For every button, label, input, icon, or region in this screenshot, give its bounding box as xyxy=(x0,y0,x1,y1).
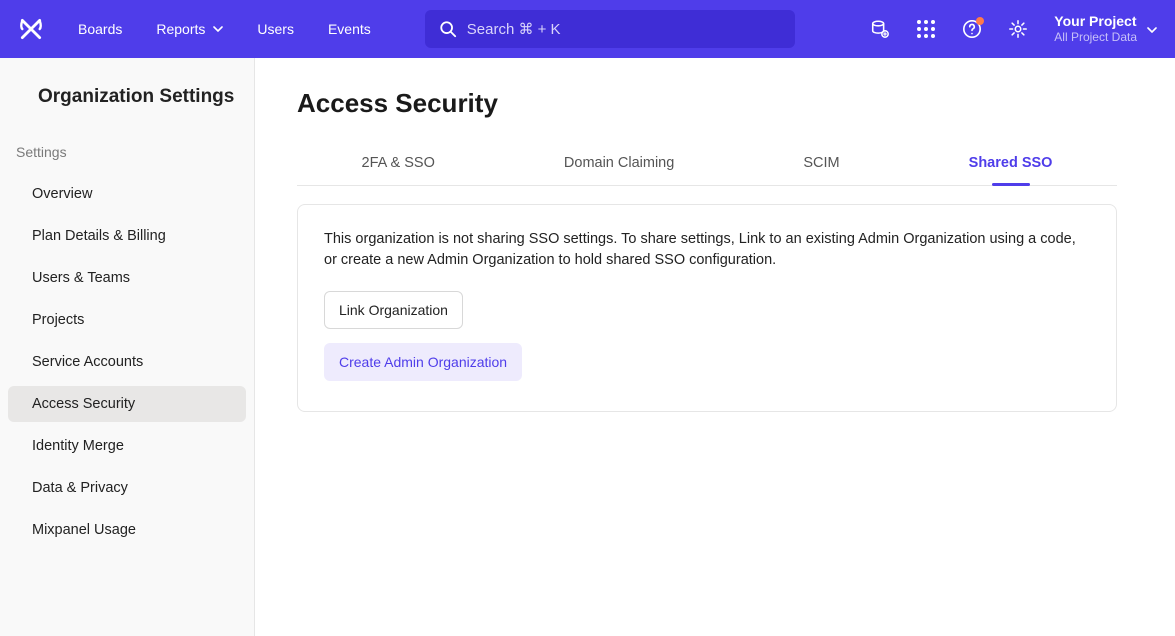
data-source-icon[interactable] xyxy=(870,19,890,39)
sidebar-item-overview[interactable]: Overview xyxy=(8,176,246,212)
sidebar-title: Organization Settings xyxy=(0,86,254,108)
tab-label: SCIM xyxy=(803,155,839,171)
link-organization-button[interactable]: Link Organization xyxy=(324,291,463,329)
shared-sso-panel: This organization is not sharing SSO set… xyxy=(297,204,1117,412)
sidebar-item-label: Projects xyxy=(32,312,84,328)
tab-label: Domain Claiming xyxy=(564,155,674,171)
sidebar-items: Overview Plan Details & Billing Users & … xyxy=(0,176,254,554)
project-subtitle: All Project Data xyxy=(1054,30,1137,44)
tab-domain-claiming[interactable]: Domain Claiming xyxy=(564,145,674,185)
top-nav: Boards Reports Users Events xyxy=(78,21,371,37)
sidebar-item-label: Overview xyxy=(32,186,92,202)
nav-label: Users xyxy=(257,21,294,37)
nav-label: Reports xyxy=(156,21,205,37)
chevron-down-icon xyxy=(1147,20,1157,38)
sidebar-item-label: Users & Teams xyxy=(32,270,130,286)
project-name: Your Project xyxy=(1054,13,1137,30)
search-input[interactable]: Search ⌘ + K xyxy=(425,10,795,48)
sidebar-item-plan-billing[interactable]: Plan Details & Billing xyxy=(8,218,246,254)
chevron-down-icon xyxy=(213,24,223,34)
sidebar-item-data-privacy[interactable]: Data & Privacy xyxy=(8,470,246,506)
tab-label: Shared SSO xyxy=(969,155,1053,171)
tabs: 2FA & SSO Domain Claiming SCIM Shared SS… xyxy=(297,145,1117,186)
tab-shared-sso[interactable]: Shared SSO xyxy=(969,145,1053,185)
sidebar-item-label: Identity Merge xyxy=(32,438,124,454)
nav-boards[interactable]: Boards xyxy=(78,21,122,37)
sidebar: Organization Settings Settings Overview … xyxy=(0,58,255,636)
sidebar-item-mixpanel-usage[interactable]: Mixpanel Usage xyxy=(8,512,246,548)
sidebar-item-label: Plan Details & Billing xyxy=(32,228,166,244)
main-content: Access Security 2FA & SSO Domain Claimin… xyxy=(255,58,1175,636)
page-title: Access Security xyxy=(297,88,1133,119)
app-logo[interactable] xyxy=(18,16,44,42)
settings-gear-icon[interactable] xyxy=(1008,19,1028,39)
nav-users[interactable]: Users xyxy=(257,21,294,37)
tab-2fa-sso[interactable]: 2FA & SSO xyxy=(362,145,435,185)
help-icon[interactable] xyxy=(962,19,982,39)
nav-label: Boards xyxy=(78,21,122,37)
sidebar-item-label: Mixpanel Usage xyxy=(32,522,136,538)
sidebar-item-projects[interactable]: Projects xyxy=(8,302,246,338)
sidebar-item-access-security[interactable]: Access Security xyxy=(8,386,246,422)
button-label: Link Organization xyxy=(339,302,448,318)
topbar: Boards Reports Users Events Search ⌘ + K xyxy=(0,0,1175,58)
project-selector[interactable]: Your Project All Project Data xyxy=(1054,13,1157,44)
body: Organization Settings Settings Overview … xyxy=(0,58,1175,636)
search-icon xyxy=(439,20,457,38)
button-label: Create Admin Organization xyxy=(339,354,507,370)
sidebar-section-label: Settings xyxy=(0,144,254,160)
sidebar-item-users-teams[interactable]: Users & Teams xyxy=(8,260,246,296)
nav-reports[interactable]: Reports xyxy=(156,21,223,37)
sidebar-item-identity-merge[interactable]: Identity Merge xyxy=(8,428,246,464)
project-text: Your Project All Project Data xyxy=(1054,13,1137,44)
notification-dot xyxy=(976,17,984,25)
topbar-right: Your Project All Project Data xyxy=(870,13,1157,44)
apps-grid-icon[interactable] xyxy=(916,19,936,39)
nav-label: Events xyxy=(328,21,371,37)
sidebar-item-service-accounts[interactable]: Service Accounts xyxy=(8,344,246,380)
tab-label: 2FA & SSO xyxy=(362,155,435,171)
sidebar-item-label: Access Security xyxy=(32,396,135,412)
search-placeholder: Search ⌘ + K xyxy=(467,20,561,38)
panel-description: This organization is not sharing SSO set… xyxy=(324,229,1090,271)
tab-scim[interactable]: SCIM xyxy=(803,145,839,185)
create-admin-org-button[interactable]: Create Admin Organization xyxy=(324,343,522,381)
sidebar-item-label: Data & Privacy xyxy=(32,480,128,496)
nav-events[interactable]: Events xyxy=(328,21,371,37)
sidebar-item-label: Service Accounts xyxy=(32,354,143,370)
